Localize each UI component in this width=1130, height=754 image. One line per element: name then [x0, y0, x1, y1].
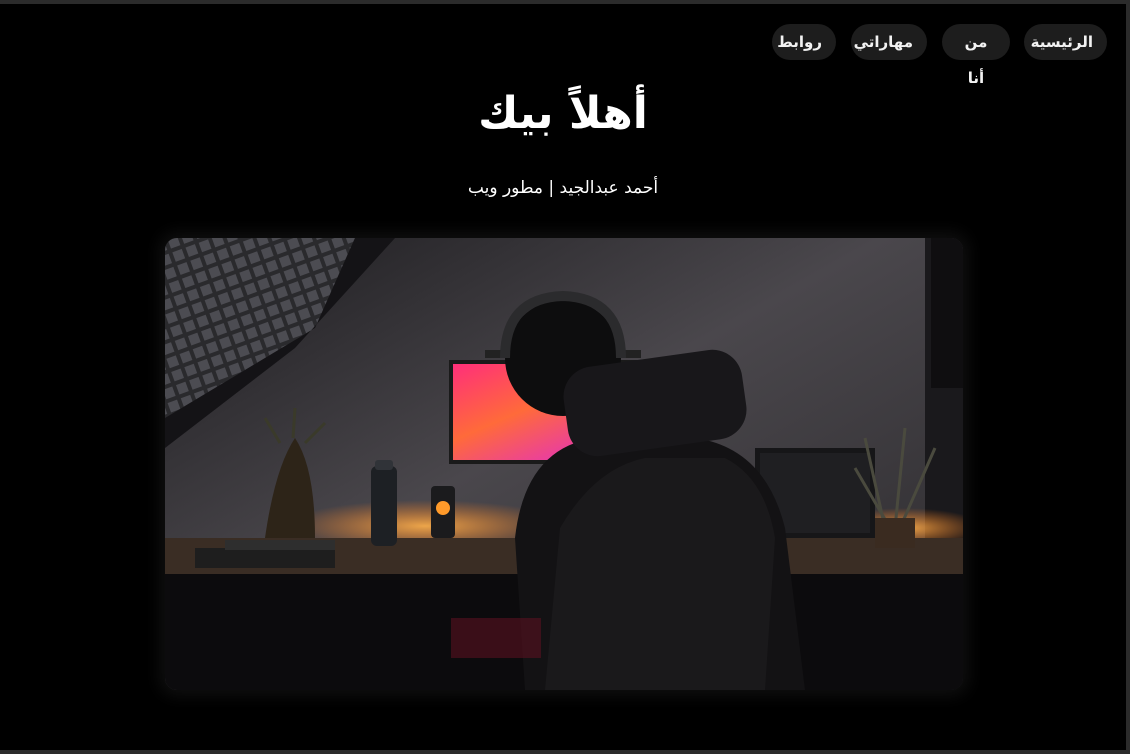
page-title: أهلاً بيك — [478, 88, 648, 139]
page: الرئيسية من أنا مهاراتي روابط أهلاً بيك … — [0, 4, 1126, 750]
hero-illustration — [165, 238, 963, 690]
hero-image — [165, 238, 963, 690]
page-subtitle: أحمد عبدالجيد | مطور ويب — [467, 178, 659, 198]
nav-links-button[interactable]: روابط — [772, 24, 836, 60]
top-nav: الرئيسية من أنا مهاراتي روابط — [0, 24, 1126, 87]
nav-home-button[interactable]: الرئيسية — [1024, 24, 1107, 60]
nav-about-button[interactable]: من أنا — [942, 24, 1010, 87]
nav-skills-button[interactable]: مهاراتي — [851, 24, 927, 60]
window-edge — [1126, 4, 1130, 750]
